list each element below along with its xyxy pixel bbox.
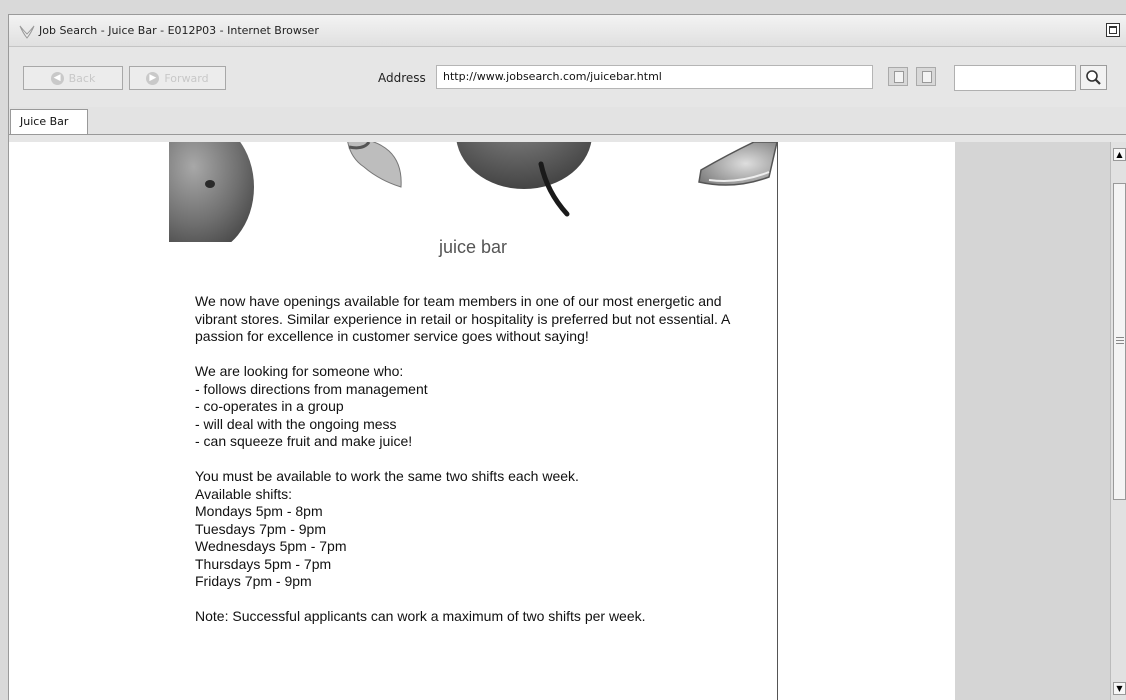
browser-window: Job Search - Juice Bar - E012P03 - Inter… [8,14,1126,700]
list-item: - can squeeze fruit and make juice! [195,433,413,449]
scroll-down-arrow-icon[interactable]: ▼ [1113,682,1126,695]
search-input[interactable] [954,65,1076,91]
fruit-banner [169,142,777,242]
job-description: We now have openings available for team … [195,293,765,626]
magnifier-icon [1086,70,1101,85]
back-button[interactable]: ◀ Back [23,66,123,90]
tab-juice-bar[interactable]: Juice Bar [10,109,88,135]
scroll-up-arrow-icon[interactable]: ▲ [1113,148,1126,161]
paste-icon[interactable] [916,67,936,86]
web-page: juice bar We now have openings available… [169,142,778,700]
search-button[interactable] [1080,65,1107,90]
window-title: Job Search - Juice Bar - E012P03 - Inter… [39,24,319,37]
address-input[interactable]: http://www.jobsearch.com/juicebar.html [436,65,873,89]
page-viewport: juice bar We now have openings available… [9,142,1126,700]
title-bar: Job Search - Juice Bar - E012P03 - Inter… [9,15,1126,47]
shift-item: Mondays 5pm - 8pm [195,503,323,519]
back-label: Back [68,71,96,85]
side-panel [955,142,1110,700]
grip-icon [1116,337,1124,344]
left-margin [9,142,170,700]
looking-for-title: We are looking for someone who: [195,363,404,379]
address-label: Address [378,71,426,85]
copy-icon[interactable] [888,67,908,86]
forward-label: Forward [164,71,209,85]
shift-item: Tuesdays 7pm - 9pm [195,520,326,537]
shift-item: Wednesdays 5pm - 7pm [195,538,347,554]
list-item: - co-operates in a group [195,398,344,414]
intro-paragraph: We now have openings available for team … [195,293,730,344]
forward-button[interactable]: ▶ Forward [129,66,226,90]
forward-arrow-icon: ▶ [146,71,160,85]
note-text: Note: Successful applicants can work a m… [195,608,646,624]
browser-logo-icon [19,25,35,39]
shift-item: Thursdays 5pm - 7pm [195,555,332,572]
toolbar: ◀ Back ▶ Forward Address http://www.jobs… [9,47,1126,107]
page-heading: juice bar [438,237,508,257]
shift-item: Fridays 7pm - 9pm [195,573,312,589]
maximize-icon[interactable] [1106,23,1120,37]
availability-text: You must be available to work the same t… [195,468,579,484]
list-item: - follows directions from management [195,380,428,397]
right-margin [778,142,955,700]
vertical-scrollbar[interactable]: ▲ ▼ [1110,142,1126,700]
scrollbar-thumb[interactable] [1113,183,1126,500]
shifts-title: Available shifts: [195,485,293,502]
list-item: - will deal with the ongoing mess [195,415,397,432]
back-arrow-icon: ◀ [50,71,64,85]
